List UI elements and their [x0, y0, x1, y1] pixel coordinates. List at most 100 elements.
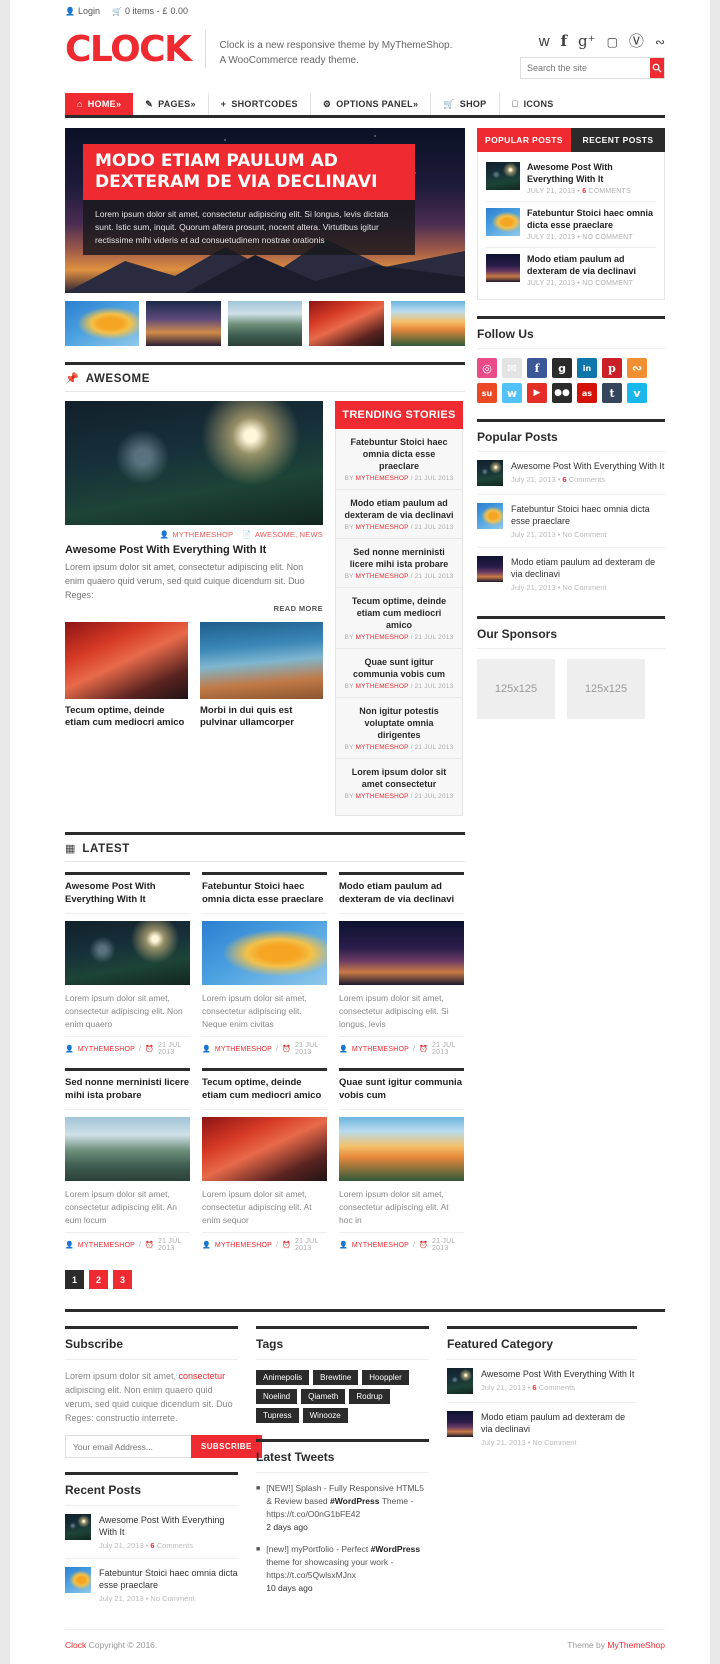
tweet-hashtag[interactable]: #WordPress: [330, 1496, 379, 1506]
facebook-icon[interactable]: f: [561, 34, 567, 49]
latest-card-author[interactable]: MYTHEMESHOP: [215, 1242, 272, 1249]
sponsor-slot[interactable]: 125x125: [477, 659, 555, 719]
tab-recent-posts[interactable]: RECENT POSTS: [571, 128, 665, 152]
rss-icon[interactable]: ∾: [627, 358, 647, 378]
latest-card-author[interactable]: MYTHEMESHOP: [78, 1046, 135, 1053]
twitter-icon[interactable]: w: [502, 383, 522, 403]
trending-item[interactable]: Sed nonne merninisti licere mihi ista pr…: [336, 539, 462, 588]
hero-slider[interactable]: MODO ETIAM PAULUM AD DEXTERAM DE VIA DEC…: [65, 128, 465, 293]
latest-card-author[interactable]: MYTHEMESHOP: [352, 1046, 409, 1053]
latest-card-title[interactable]: Sed nonne merninisti licere mihi ista pr…: [65, 1071, 190, 1110]
tag-item[interactable]: Winooze: [302, 1408, 348, 1423]
tweet-hashtag[interactable]: #WordPress: [371, 1544, 420, 1554]
latest-card-author[interactable]: MYTHEMESHOP: [352, 1242, 409, 1249]
subscribe-button[interactable]: SUBSCRIBE: [191, 1435, 262, 1458]
slider-thumb[interactable]: [227, 301, 303, 346]
tag-item[interactable]: Tupress: [256, 1408, 299, 1423]
latest-card-title[interactable]: Quae sunt igitur communia vobis cum: [339, 1071, 464, 1110]
meta-author[interactable]: 👤 MYTHEMESHOP: [160, 530, 234, 539]
trending-item[interactable]: Tecum optime, deinde etiam cum mediocri …: [336, 588, 462, 649]
slider-thumb[interactable]: [309, 301, 384, 346]
nav-item-shop[interactable]: 🛒 SHOP: [431, 93, 500, 115]
awesome-post-title[interactable]: Awesome Post With Everything With It: [65, 543, 323, 557]
trending-item[interactable]: Quae sunt igitur communia vobis cum BY M…: [336, 649, 462, 698]
nav-item-shortcodes[interactable]: + SHORTCODES: [209, 93, 311, 115]
sidebar-post-item[interactable]: Awesome Post With Everything With It JUL…: [486, 156, 656, 202]
youtube-icon[interactable]: ▢: [607, 36, 618, 48]
awesome-sub-title[interactable]: Tecum optime, deinde etiam cum mediocri …: [65, 705, 188, 729]
cart-link[interactable]: 🛒 0 items - £ 0.00: [112, 6, 188, 16]
latest-card-title[interactable]: Modo etiam paulum ad dexteram de via dec…: [339, 875, 464, 914]
google-plus-icon[interactable]: g: [552, 358, 572, 378]
rss-icon[interactable]: ∾: [655, 36, 665, 48]
footer-recent-item[interactable]: Awesome Post With Everything With It Jul…: [65, 1506, 238, 1559]
awesome-sub-image[interactable]: [65, 622, 188, 699]
tumblr-icon[interactable]: t: [602, 383, 622, 403]
awesome-sub-title[interactable]: Morbi in dui quis est pulvinar ullamcorp…: [200, 705, 323, 729]
trending-item[interactable]: Non igitur potestis voluptate omnia diri…: [336, 698, 462, 759]
sidebar-post-item[interactable]: Modo etiam paulum ad dexteram de via dec…: [486, 248, 656, 293]
tag-item[interactable]: Brewtine: [313, 1370, 359, 1385]
trending-item[interactable]: Lorem ipsum dolor sit amet consectetur B…: [336, 759, 462, 807]
flickr-icon[interactable]: ●●: [552, 383, 572, 403]
email-icon[interactable]: ✉: [502, 358, 522, 378]
latest-card-author[interactable]: MYTHEMESHOP: [78, 1242, 135, 1249]
facebook-icon[interactable]: f: [527, 358, 547, 378]
featured-post-item[interactable]: Modo etiam paulum ad dexteram de via dec…: [447, 1403, 637, 1455]
trending-item[interactable]: Fatebuntur Stoici haec omnia dicta esse …: [336, 429, 462, 490]
lastfm-icon[interactable]: as: [577, 383, 597, 403]
search-input[interactable]: [521, 58, 650, 78]
linkedin-icon[interactable]: in: [577, 358, 597, 378]
read-more-link[interactable]: READ MORE: [65, 604, 323, 613]
twitter-icon[interactable]: w: [539, 34, 550, 49]
latest-card-author[interactable]: MYTHEMESHOP: [215, 1046, 272, 1053]
slider-thumb[interactable]: [65, 301, 140, 346]
login-link[interactable]: 👤 Login: [65, 6, 100, 16]
latest-card-title[interactable]: Fatebuntur Stoici haec omnia dicta esse …: [202, 875, 327, 914]
site-logo[interactable]: CLOCK: [65, 30, 192, 70]
awesome-featured-image[interactable]: [65, 401, 323, 525]
tag-item[interactable]: Rodrup: [349, 1389, 390, 1404]
tag-item[interactable]: Animepolis: [256, 1370, 310, 1385]
tab-popular-posts[interactable]: POPULAR POSTS: [477, 128, 571, 152]
sponsor-slot[interactable]: 125x125: [567, 659, 645, 719]
vimeo-icon[interactable]: v: [627, 383, 647, 403]
google-plus-icon[interactable]: g⁺: [578, 34, 596, 49]
tag-item[interactable]: Qiameth: [301, 1389, 346, 1404]
awesome-sub-image[interactable]: [200, 622, 323, 699]
email-field[interactable]: [65, 1435, 191, 1458]
search-button[interactable]: [650, 58, 664, 78]
meta-categories[interactable]: 📄 AWESOME, NEWS: [242, 530, 323, 539]
nav-item-options-panel[interactable]: ⚙ OPTIONS PANEL»: [311, 93, 432, 115]
latest-card-image[interactable]: [339, 1117, 464, 1181]
copyright-brand[interactable]: Clock: [65, 1640, 86, 1650]
page-button-2[interactable]: 2: [89, 1270, 108, 1289]
dribbble-icon[interactable]: ◎: [477, 358, 497, 378]
nav-item-icons[interactable]:  ICONS: [500, 93, 566, 115]
stumbleupon-icon[interactable]: su: [477, 383, 497, 403]
pinterest-icon[interactable]: p: [602, 358, 622, 378]
featured-post-item[interactable]: Awesome Post With Everything With It Jul…: [447, 1360, 637, 1403]
popular-post-item[interactable]: Awesome Post With Everything With It Jul…: [477, 452, 665, 495]
page-button-3[interactable]: 3: [113, 1270, 132, 1289]
nav-item-home[interactable]: ⌂ HOME»: [65, 93, 134, 115]
latest-card-image[interactable]: [202, 1117, 327, 1181]
latest-card-title[interactable]: Tecum optime, deinde etiam cum mediocri …: [202, 1071, 327, 1110]
page-button-1[interactable]: 1: [65, 1270, 84, 1289]
subscribe-inline-link[interactable]: consectetur: [179, 1371, 226, 1381]
tag-item[interactable]: Noelind: [256, 1389, 298, 1404]
popular-post-item[interactable]: Modo etiam paulum ad dexteram de via dec…: [477, 548, 665, 600]
popular-post-item[interactable]: Fatebuntur Stoici haec omnia dicta esse …: [477, 495, 665, 548]
latest-card-title[interactable]: Awesome Post With Everything With It: [65, 875, 190, 914]
trending-item[interactable]: Modo etiam paulum ad dexteram de via dec…: [336, 490, 462, 539]
latest-card-image[interactable]: [339, 921, 464, 985]
latest-card-image[interactable]: [65, 921, 190, 985]
nav-item-pages[interactable]: ✎ PAGES»: [133, 93, 209, 115]
slider-title[interactable]: MODO ETIAM PAULUM AD DEXTERAM DE VIA DEC…: [83, 144, 415, 200]
latest-card-image[interactable]: [65, 1117, 190, 1181]
sidebar-post-item[interactable]: Fatebuntur Stoici haec omnia dicta esse …: [486, 202, 656, 248]
youtube-icon[interactable]: ▶: [527, 383, 547, 403]
latest-card-image[interactable]: [202, 921, 327, 985]
slider-thumb[interactable]: [390, 301, 466, 346]
theme-link[interactable]: MyThemeShop: [607, 1640, 665, 1650]
